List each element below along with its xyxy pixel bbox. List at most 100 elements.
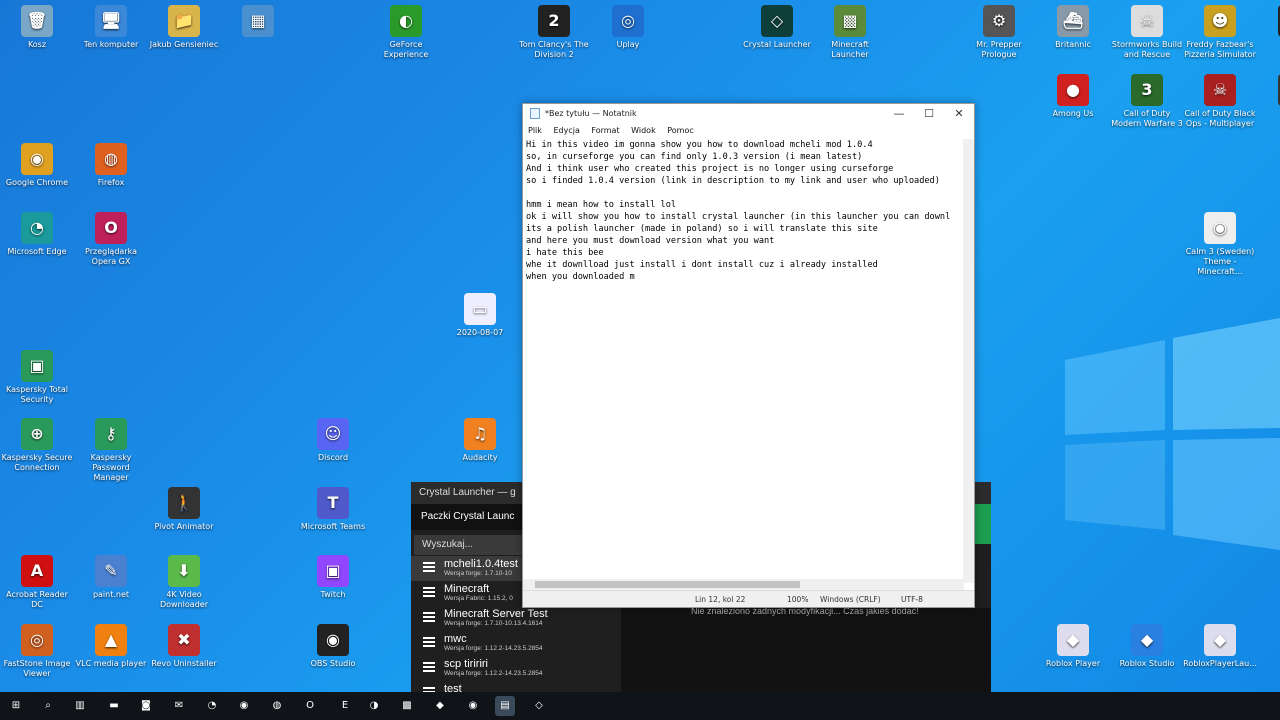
desktop-icon[interactable]: ▲ VLC media player (74, 624, 148, 669)
desktop-icon[interactable]: ⬇ 4K Video Downloader (147, 555, 221, 610)
desktop-icon[interactable]: ◆ RobloxPlayerLau... (1183, 624, 1257, 669)
desktop-icon[interactable]: ⚷ Kaspersky Password Manager (74, 418, 148, 483)
desktop-icon[interactable]: ◆ Roblox Studio (1110, 624, 1184, 669)
explorer-icon[interactable]: ▬ (104, 696, 124, 716)
crystal-icon[interactable]: ◇ (529, 696, 549, 716)
menu-edycja[interactable]: Edycja (553, 126, 579, 135)
horizontal-scroll-thumb[interactable] (535, 581, 800, 588)
desktop-icon-label: Twitch (320, 590, 346, 599)
desktop-icon-image: ⬇ (168, 555, 200, 587)
desktop-icon[interactable]: ⛴ Britannic (1036, 5, 1110, 50)
desktop-icon-image: ▣ (317, 555, 349, 587)
desktop-icon[interactable]: ◉ Calm 3 (Sweden) Theme - Minecraft... (1183, 212, 1257, 277)
store-icon[interactable]: ◙ (136, 696, 156, 716)
desktop-icon[interactable]: ◔ Microsoft Edge (0, 212, 74, 257)
desktop-icon[interactable]: ☺ Discord (296, 418, 370, 463)
epic-icon[interactable]: E (335, 696, 355, 716)
desktop-icon[interactable]: ◐ GeForce Experience (369, 5, 443, 60)
desktop-icon[interactable]: ✎ paint.net (74, 555, 148, 600)
desktop-icon-label: Revo Uninstaller (151, 659, 217, 668)
desktop-icon-image: ✖ (168, 624, 200, 656)
chrome-icon[interactable]: ◉ (234, 696, 254, 716)
status-zoom: 100% (787, 595, 809, 604)
desktop-icon[interactable]: ▣ Kaspersky Total Security (0, 350, 74, 405)
pack-name: scp tiririri (444, 658, 488, 670)
desktop-icon[interactable]: ▭ 2020-08-07 (443, 293, 517, 338)
desktop-icon[interactable]: 2 Tom Clancy's The Division 2 (517, 5, 591, 60)
crystal-play-button[interactable] (975, 504, 991, 544)
menu-widok[interactable]: Widok (631, 126, 656, 135)
obs-icon[interactable]: ◉ (463, 696, 483, 716)
minecraft-icon[interactable]: ▩ (397, 696, 417, 716)
desktop-icon[interactable]: 📁 Jakub Gensieniec (147, 5, 221, 50)
desktop-icon[interactable]: ◆Call o (1257, 74, 1280, 119)
desktop-icon[interactable]: ⚙ Mr. Prepper Prologue (962, 5, 1036, 60)
desktop-icon-image: ◍ (95, 143, 127, 175)
pack-name: Minecraft Server Test (444, 608, 548, 620)
crystal-pack-item[interactable]: mwc Wersja forge: 1.12.2-14.23.5.2854 (411, 631, 616, 656)
desktop-icon[interactable]: ⊕ Kaspersky Secure Connection (0, 418, 74, 473)
desktop-icon-image: ▦ (242, 5, 274, 37)
desktop-icon[interactable]: ◉ Google Chrome (0, 143, 74, 188)
firefox-icon[interactable]: ◍ (267, 696, 287, 716)
desktop-icon[interactable]: ♫ Audacity (443, 418, 517, 463)
desktop-icon-image: ◆ (1057, 624, 1089, 656)
desktop-icon[interactable]: 🗑 Kosz (0, 5, 74, 50)
menu-pomoc[interactable]: Pomoc (667, 126, 694, 135)
desktop-icon-label: Roblox Studio (1119, 659, 1175, 668)
close-button[interactable]: ✕ (944, 104, 974, 124)
desktop-icon[interactable]: ✖ Revo Uninstaller (147, 624, 221, 669)
desktop-icon[interactable]: ● Among Us (1036, 74, 1110, 119)
minimize-button[interactable]: — (884, 104, 914, 124)
desktop-icon-label: Jakub Gensieniec (149, 40, 219, 49)
notepad-titlebar[interactable]: *Bez tytułu — Notatnik — ☐ ✕ (523, 104, 974, 124)
notepad-icon[interactable]: ▤ (495, 696, 515, 716)
start-button[interactable]: ⊞ (6, 696, 26, 716)
desktop-icon-label: Britannic (1055, 40, 1091, 49)
desktop-icon-label: Roblox Player (1045, 659, 1101, 668)
desktop-icon[interactable]: O Przeglądarka Opera GX (74, 212, 148, 267)
crystal-pack-item[interactable]: scp tiririri Wersja forge: 1.12.2-14.23.5… (411, 656, 616, 681)
menu-plik[interactable]: Plik (528, 126, 542, 135)
maximize-button[interactable]: ☐ (914, 104, 944, 124)
vertical-scrollbar[interactable] (963, 139, 974, 583)
desktop-icon[interactable]: ☠ Call of Duty Black Ops - Multiplayer (1183, 74, 1257, 129)
desktop-icon[interactable]: ◎ FastStone Image Viewer (0, 624, 74, 679)
desktop-icon-label: Calm 3 (Sweden) Theme - Minecraft... (1185, 247, 1255, 276)
desktop-icon[interactable]: ▩ Minecraft Launcher (813, 5, 887, 60)
menu-format[interactable]: Format (591, 126, 619, 135)
desktop-icon[interactable]: ▣ Twitch (296, 555, 370, 600)
task-view-icon[interactable]: ▥ (70, 696, 90, 716)
edge-icon[interactable]: ◔ (202, 696, 222, 716)
notepad-window[interactable]: *Bez tytułu — Notatnik — ☐ ✕ Plik Edycja… (522, 103, 975, 608)
desktop-icon[interactable]: ◉ OBS Studio (296, 624, 370, 669)
desktop-icon[interactable]: ◆ Roblox Player (1036, 624, 1110, 669)
desktop-icon[interactable]: ◍ Firefox (74, 143, 148, 188)
search-icon[interactable]: ⌕ (38, 696, 58, 716)
desktop-icon-label: 4K Video Downloader (160, 590, 208, 609)
desktop-icon[interactable]: ◇ Crystal Launcher (740, 5, 814, 50)
horizontal-scrollbar[interactable] (523, 579, 964, 590)
crystal-search-input[interactable]: Wyszukaj... (414, 535, 522, 555)
desktop-icon[interactable]: ☠ Stormworks Build and Rescue (1110, 5, 1184, 60)
desktop-icon[interactable]: ☻ Freddy Fazbear's Pizzeria Simulator (1183, 5, 1257, 60)
desktop-icon[interactable]: 🖥 Ten komputer (74, 5, 148, 50)
desktop-icon-label: GeForce Experience (383, 40, 429, 59)
notepad-text-area[interactable]: Hi in this video im gonna show you how t… (526, 139, 963, 582)
steam-icon[interactable]: ◑ (364, 696, 384, 716)
desktop-icon[interactable]: ▲Rise (1257, 5, 1280, 50)
desktop-icon-label: Freddy Fazbear's Pizzeria Simulator (1184, 40, 1256, 59)
mail-icon[interactable]: ✉ (169, 696, 189, 716)
crystal-pack-item[interactable]: Minecraft Server Test Wersja forge: 1.7.1… (411, 606, 616, 631)
launcher-icon[interactable]: ◆ (430, 696, 450, 716)
desktop-icon[interactable]: ▦ (221, 5, 295, 40)
list-icon (423, 637, 435, 647)
desktop-icon[interactable]: 3 Call of Duty Modern Warfare 3 (1110, 74, 1184, 129)
desktop-icon[interactable]: 🚶 Pivot Animator (147, 487, 221, 532)
crystal-mods-pane (621, 608, 991, 692)
desktop-icon[interactable]: ◎ Uplay (591, 5, 665, 50)
desktop-icon[interactable]: T Microsoft Teams (296, 487, 370, 532)
opera-icon[interactable]: O (300, 696, 320, 716)
desktop-icon[interactable]: A Acrobat Reader DC (0, 555, 74, 610)
desktop-icon-image: 3 (1131, 74, 1163, 106)
